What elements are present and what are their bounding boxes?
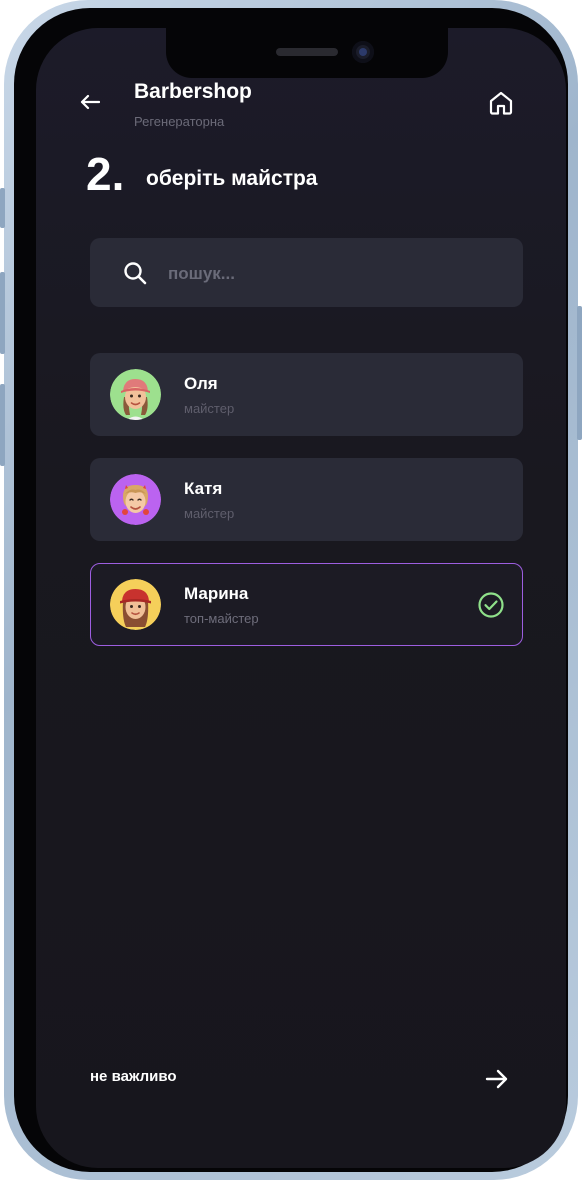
- arrow-right-icon: [485, 1069, 508, 1089]
- speaker-grille: [276, 48, 338, 56]
- avatar: [110, 369, 161, 420]
- check-circle-icon: [478, 592, 504, 618]
- avatar-katya-memoji: [110, 474, 161, 525]
- step-title: оберіть майстра: [146, 167, 318, 190]
- master-role: топ-майстер: [184, 611, 259, 626]
- app-title: Barbershop: [134, 80, 252, 103]
- next-button[interactable]: [480, 1062, 514, 1096]
- avatar: [110, 579, 161, 630]
- master-card-olya[interactable]: Оля майстер: [90, 353, 523, 436]
- back-button[interactable]: [76, 88, 104, 116]
- notch: [166, 28, 448, 78]
- skip-master-link[interactable]: не важливо: [90, 1068, 177, 1085]
- master-role: майстер: [184, 506, 235, 521]
- phone-bezel: Barbershop Регенераторна 2. оберіть майс…: [14, 8, 568, 1172]
- master-role: майстер: [184, 401, 235, 416]
- master-card-maryna[interactable]: Марина топ-майстер: [90, 563, 523, 646]
- home-icon: [489, 91, 513, 115]
- avatar-maryna-memoji: [110, 579, 161, 630]
- phone-side-button-volume-down: [0, 384, 5, 466]
- step-number: 2.: [86, 148, 125, 200]
- phone-side-button-volume-up: [0, 272, 5, 354]
- app-screen: Barbershop Регенераторна 2. оберіть майс…: [36, 28, 566, 1168]
- master-name: Марина: [184, 584, 249, 603]
- master-name: Катя: [184, 479, 223, 498]
- phone-frame: Barbershop Регенераторна 2. оберіть майс…: [0, 0, 582, 1180]
- arrow-left-icon: [80, 94, 100, 110]
- avatar: [110, 474, 161, 525]
- search-box[interactable]: [90, 238, 523, 307]
- master-name: Оля: [184, 374, 218, 393]
- home-button[interactable]: [484, 86, 518, 120]
- avatar-olya-memoji: [110, 369, 161, 420]
- search-icon: [124, 262, 147, 285]
- phone-side-button-silent: [0, 188, 5, 228]
- search-input[interactable]: [166, 258, 500, 290]
- master-card-katya[interactable]: Катя майстер: [90, 458, 523, 541]
- front-camera: [352, 41, 374, 63]
- location-subtitle: Регенераторна: [134, 114, 225, 129]
- phone-side-button-power: [577, 306, 582, 440]
